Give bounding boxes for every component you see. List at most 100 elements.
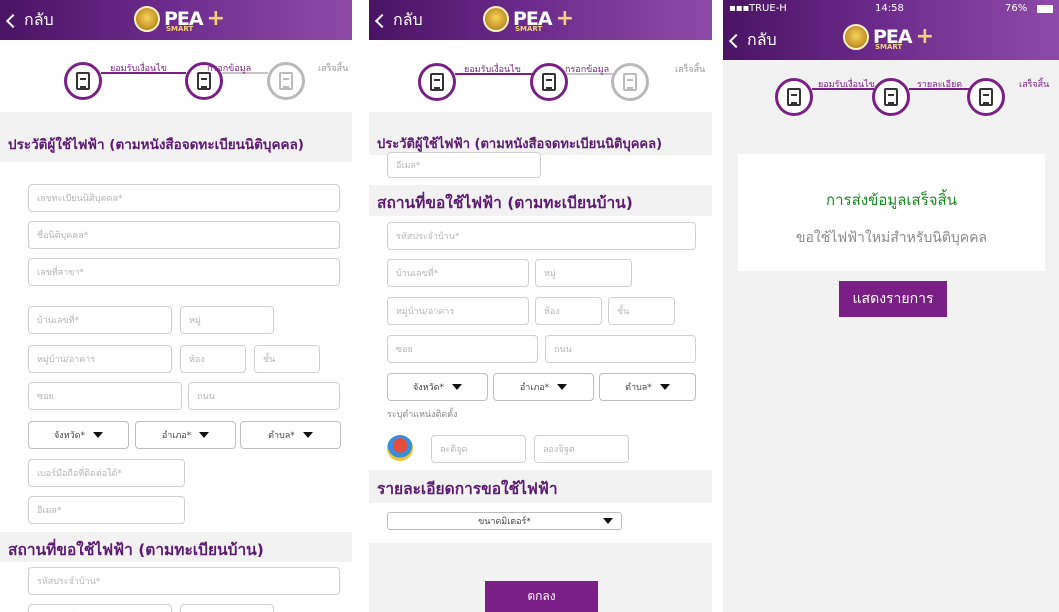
chevron-left-icon <box>374 13 390 28</box>
check-document-icon <box>279 72 293 90</box>
email-field[interactable]: อีเมล* <box>387 152 541 178</box>
signal-icon: ▪▪▪ <box>729 3 750 14</box>
dropdown-arrow-icon <box>93 432 103 438</box>
subdistrict-select[interactable]: ตำบล* <box>599 373 696 401</box>
app-header: กลับ PEA + SMART <box>369 0 712 40</box>
house-no-field[interactable]: บ้านเลขที่* <box>28 604 172 612</box>
ok-button[interactable]: ตกลง <box>485 581 598 612</box>
location-hint: ระบุตำแหน่งติดตั้ง <box>387 410 458 420</box>
app-header: ▪▪▪ TRUE-H 14:58 76% กลับ PEA + SMART <box>723 0 1059 60</box>
road-field[interactable]: ถนน <box>545 335 696 363</box>
house-code-field[interactable]: รหัสประจำบ้าน* <box>387 222 696 250</box>
logo-plus: + <box>206 6 226 31</box>
floor-field[interactable]: ชั้น <box>254 345 320 373</box>
check-document-icon <box>623 73 637 91</box>
province-label: จังหวัด* <box>54 431 85 441</box>
house-no-field[interactable]: บ้านเลขที่* <box>387 259 529 287</box>
back-button[interactable]: กลับ <box>728 28 777 53</box>
moo-field[interactable]: หมู่ <box>180 604 274 612</box>
soi-field[interactable]: ซอย <box>28 382 182 410</box>
section-title-corp-history: ประวัติผู้ใช้ไฟฟ้า (ตามหนังสือจดทะเบียนน… <box>369 133 712 154</box>
logo-sub: SMART <box>515 25 543 33</box>
road-field[interactable]: ถนน <box>188 382 340 410</box>
step-done <box>611 63 649 101</box>
dropdown-arrow-icon <box>603 518 613 524</box>
district-select[interactable]: อำเภอ* <box>493 373 594 401</box>
success-title: การส่งข้อมูลเสร็จสิ้น <box>826 191 957 209</box>
step-detail <box>872 78 910 116</box>
pea-seal-icon <box>483 6 509 32</box>
pea-logo: PEA + SMART <box>483 6 575 33</box>
back-button[interactable]: กลับ <box>374 8 423 33</box>
step-done-label: เสร็จสิ้น <box>675 65 706 75</box>
province-select[interactable]: จังหวัด* <box>387 373 488 401</box>
corp-name-field[interactable]: ชื่อนิติบุคคล* <box>28 221 340 249</box>
house-no-field[interactable]: บ้านเลขที่* <box>28 306 172 334</box>
section-title-location: สถานที่ขอใช้ไฟฟ้า (ตามทะเบียนบ้าน) <box>0 537 352 562</box>
app-header: กลับ PEA + SMART <box>0 0 352 40</box>
mobile-field[interactable]: เบอร์มือถือที่ติดต่อได้* <box>28 459 185 487</box>
dropdown-arrow-icon <box>452 384 462 390</box>
status-bar: ▪▪▪ TRUE-H 14:58 76% <box>723 0 1059 18</box>
soi-field[interactable]: ซอย <box>387 335 538 363</box>
step-indicator: ยอมรับเงื่อนไข กรอกข้อมูล เสร็จสิ้น <box>0 40 352 112</box>
step-form-label: กรอกข้อมูล <box>207 64 252 74</box>
step-indicator: ยอมรับเงื่อนไข กรอกข้อมูล เสร็จสิ้น <box>369 40 712 112</box>
battery-icon <box>1037 5 1053 13</box>
back-button[interactable]: กลับ <box>5 8 54 33</box>
room-field[interactable]: ห้อง <box>180 345 246 373</box>
step-accept-label: ยอมรับเงื่อนไข <box>110 64 167 74</box>
district-select[interactable]: อำเภอ* <box>135 421 236 449</box>
province-select[interactable]: จังหวัด* <box>28 421 129 449</box>
step-accept-label: ยอมรับเงื่อนไข <box>818 80 875 90</box>
step-accept <box>418 63 456 101</box>
subdistrict-select[interactable]: ตำบล* <box>240 421 341 449</box>
show-list-button[interactable]: แสดงรายการ <box>839 281 947 317</box>
document-icon <box>430 73 444 91</box>
branch-no-field[interactable]: เลขที่สาขา* <box>28 258 340 286</box>
step-indicator: ยอมรับเงื่อนไข รายละเอียด เสร็จสิ้น <box>723 60 1059 130</box>
screen-form-corporate: กลับ PEA + SMART ยอมรับเงื่อนไข กรอกข้อม… <box>0 0 352 612</box>
meter-size-select[interactable]: ขนาดมิเตอร์* <box>387 512 622 530</box>
document-icon <box>76 72 90 90</box>
moo-field[interactable]: หมู่ <box>535 259 632 287</box>
corp-reg-no-field[interactable]: เลขทะเบียนนิติบุคคล* <box>28 184 340 212</box>
province-label: จังหวัด* <box>413 383 444 393</box>
district-label: อำเภอ* <box>161 431 192 441</box>
longitude-field[interactable]: ลองจิจูด <box>534 435 629 463</box>
email-field[interactable]: อีเมล* <box>28 496 185 524</box>
edit-document-icon <box>884 88 898 106</box>
map-pin-icon[interactable] <box>387 435 413 461</box>
step-accept <box>775 78 813 116</box>
success-subtitle: ขอใช้ไฟฟ้าใหม่สำหรับนิติบุคคล <box>795 230 988 246</box>
floor-field[interactable]: ชั้น <box>608 297 675 325</box>
dropdown-arrow-icon <box>659 384 670 390</box>
pea-logo: PEA + SMART <box>134 6 226 33</box>
house-code-field[interactable]: รหัสประจำบ้าน* <box>28 567 340 595</box>
step-detail-label: รายละเอียด <box>917 80 963 90</box>
dropdown-arrow-icon <box>199 432 210 438</box>
step-accept <box>64 62 102 100</box>
village-field[interactable]: หมู่บ้าน/อาคาร <box>387 297 529 325</box>
status-time: 14:58 <box>875 3 904 14</box>
logo-plus: + <box>915 24 935 49</box>
section-title-location: สถานที่ขอใช้ไฟฟ้า (ตามทะเบียนบ้าน) <box>369 190 712 215</box>
screen-form-location: กลับ PEA + SMART ยอมรับเงื่อนไข กรอกข้อม… <box>369 0 712 612</box>
dropdown-arrow-icon <box>302 432 313 438</box>
step-done <box>267 62 305 100</box>
success-card: การส่งข้อมูลเสร็จสิ้น ขอใช้ไฟฟ้าใหม่สำหร… <box>738 154 1045 271</box>
district-label: อำเภอ* <box>519 383 550 393</box>
logo-plus: + <box>555 6 575 31</box>
moo-field[interactable]: หมู่ <box>180 306 274 334</box>
latitude-field[interactable]: ละติจูด <box>431 435 526 463</box>
village-field[interactable]: หมู่บ้าน/อาคาร <box>28 345 172 373</box>
screen-done: ▪▪▪ TRUE-H 14:58 76% กลับ PEA + SMART ยอ… <box>723 0 1059 612</box>
document-icon <box>787 88 801 106</box>
subdistrict-label: ตำบล* <box>268 431 295 441</box>
section-title-corp-history: ประวัติผู้ใช้ไฟฟ้า (ตามหนังสือจดทะเบียนน… <box>0 133 352 155</box>
room-field[interactable]: ห้อง <box>535 297 602 325</box>
pea-seal-icon <box>134 6 160 32</box>
carrier-label: TRUE-H <box>749 3 787 14</box>
chevron-left-icon <box>728 33 744 48</box>
step-done-label: เสร็จสิ้น <box>318 64 349 74</box>
